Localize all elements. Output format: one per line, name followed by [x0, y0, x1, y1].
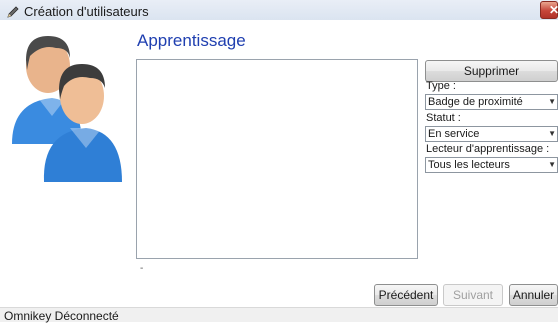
- chevron-down-icon: ▼: [548, 97, 556, 106]
- close-icon: ✕: [549, 3, 558, 17]
- list-note: -: [140, 263, 144, 274]
- reader-select[interactable]: Tous les lecteurs ▼: [425, 157, 558, 173]
- type-label: Type :: [426, 80, 456, 92]
- page-title: Apprentissage: [137, 31, 246, 50]
- next-button[interactable]: Suivant: [443, 284, 503, 306]
- status-select[interactable]: En service ▼: [425, 126, 558, 142]
- status-label: Statut :: [426, 112, 461, 124]
- delete-button[interactable]: Supprimer: [425, 60, 558, 82]
- reader-label: Lecteur d'apprentissage :: [426, 143, 550, 155]
- cancel-button[interactable]: Annuler: [509, 284, 558, 306]
- users-icon: [12, 36, 123, 182]
- close-button[interactable]: ✕: [540, 1, 558, 19]
- chevron-down-icon: ▼: [548, 129, 556, 138]
- pencil-icon: [7, 6, 19, 18]
- type-select[interactable]: Badge de proximité ▼: [425, 94, 558, 110]
- reader-value: Tous les lecteurs: [428, 159, 510, 171]
- type-value: Badge de proximité: [428, 96, 523, 108]
- status-bar: Omnikey Déconnecté: [0, 307, 558, 323]
- learning-list[interactable]: [136, 59, 418, 259]
- window-title: Création d'utilisateurs: [24, 4, 149, 19]
- chevron-down-icon: ▼: [548, 160, 556, 169]
- status-value: En service: [428, 128, 480, 140]
- previous-button[interactable]: Précédent: [374, 284, 438, 306]
